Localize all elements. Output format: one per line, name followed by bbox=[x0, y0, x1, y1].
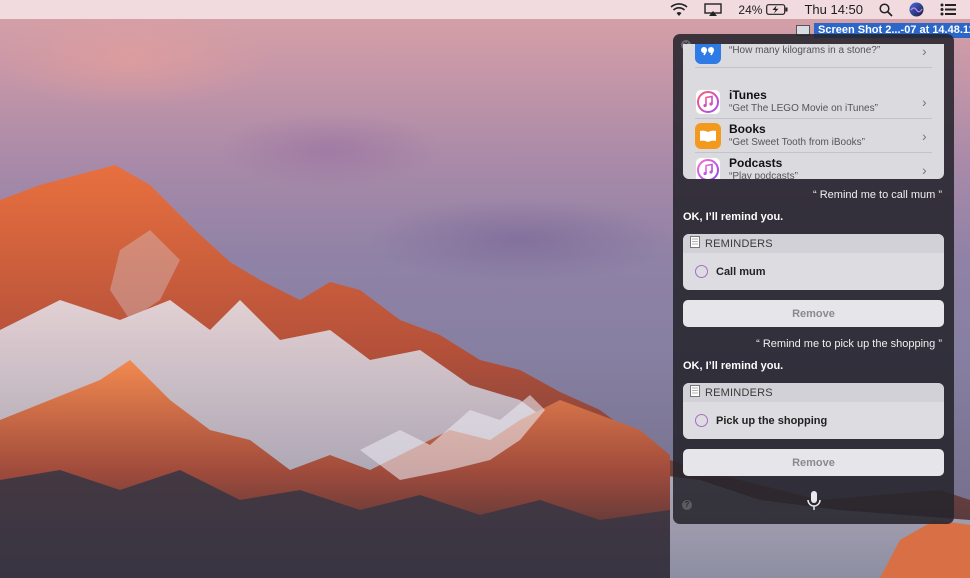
suggestion-row-books[interactable]: Books “Get Sweet Tooth from iBooks” › bbox=[695, 119, 932, 153]
reminder-title: Call mum bbox=[716, 265, 766, 278]
suggestion-hint: “Get Sweet Tooth from iBooks” bbox=[729, 136, 865, 148]
chevron-right-icon: › bbox=[922, 93, 927, 110]
reminder-checkbox[interactable] bbox=[695, 414, 708, 427]
user-utterance: “ Remind me to pick up the shopping ” bbox=[756, 338, 942, 350]
spotlight-search-icon[interactable] bbox=[879, 0, 893, 19]
menu-bar: 24% Thu 14:50 bbox=[0, 0, 970, 19]
reminders-card-title: REMINDERS bbox=[705, 237, 773, 250]
suggestion-hint: “Play podcasts” bbox=[729, 171, 798, 179]
suggestion-row-itunes[interactable]: iTunes “Get The LEGO Movie on iTunes” › bbox=[695, 85, 932, 119]
battery-status[interactable]: 24% bbox=[738, 0, 788, 19]
reminders-card-title: REMINDERS bbox=[705, 386, 773, 399]
suggestion-hint: “How many kilograms in a stone?” bbox=[729, 45, 881, 56]
suggestion-app-name: Podcasts bbox=[729, 156, 783, 170]
reminders-app-icon bbox=[690, 236, 700, 251]
chevron-right-icon: › bbox=[922, 127, 927, 144]
remove-reminder-button[interactable]: Remove bbox=[683, 449, 944, 476]
suggestion-row-quotes[interactable]: “How many kilograms in a stone?” › bbox=[695, 44, 932, 68]
siri-panel: ✕ “How many kilograms in a stone?” › iTu… bbox=[673, 34, 954, 524]
quotes-app-icon bbox=[695, 44, 721, 64]
microphone-icon bbox=[807, 491, 821, 510]
reminders-card-header: REMINDERS bbox=[683, 383, 944, 402]
reminders-app-icon bbox=[690, 385, 700, 400]
siri-response: OK, I’ll remind you. bbox=[683, 211, 784, 223]
reminder-item[interactable]: Pick up the shopping bbox=[683, 402, 944, 439]
siri-response: OK, I’ll remind you. bbox=[683, 360, 784, 372]
suggestion-app-name: Books bbox=[729, 121, 766, 136]
reminder-title: Pick up the shopping bbox=[716, 414, 828, 427]
books-icon bbox=[695, 122, 721, 149]
suggestion-row-podcasts[interactable]: Podcasts “Play podcasts” › bbox=[695, 153, 932, 179]
wifi-icon[interactable] bbox=[670, 0, 688, 19]
siri-icon[interactable] bbox=[909, 0, 924, 19]
suggestion-app-name: iTunes bbox=[729, 87, 767, 102]
reminder-item[interactable]: Call mum bbox=[683, 253, 944, 290]
airplay-icon[interactable] bbox=[704, 0, 723, 19]
battery-percent: 24% bbox=[738, 2, 763, 17]
siri-microphone-button[interactable] bbox=[806, 490, 822, 512]
reminders-card[interactable]: REMINDERS Pick up the shopping bbox=[683, 383, 944, 439]
chevron-right-icon: › bbox=[922, 44, 927, 59]
reminders-card-header: REMINDERS bbox=[683, 234, 944, 253]
itunes-icon bbox=[695, 88, 721, 115]
suggestion-hint: “Get The LEGO Movie on iTunes” bbox=[729, 102, 878, 114]
podcasts-icon bbox=[695, 157, 721, 179]
reminder-checkbox[interactable] bbox=[695, 265, 708, 278]
reminders-card[interactable]: REMINDERS Call mum bbox=[683, 234, 944, 290]
notification-center-icon[interactable] bbox=[940, 0, 956, 19]
battery-charging-icon bbox=[766, 4, 788, 15]
question-mark-icon: ? bbox=[684, 500, 690, 509]
user-utterance: “ Remind me to call mum ” bbox=[813, 189, 942, 201]
remove-reminder-button[interactable]: Remove bbox=[683, 300, 944, 327]
siri-suggestions-card: “How many kilograms in a stone?” › iTune… bbox=[683, 44, 944, 179]
menubar-clock[interactable]: Thu 14:50 bbox=[804, 0, 863, 19]
siri-help-button[interactable]: ? bbox=[682, 500, 692, 510]
chevron-right-icon: › bbox=[922, 162, 927, 178]
